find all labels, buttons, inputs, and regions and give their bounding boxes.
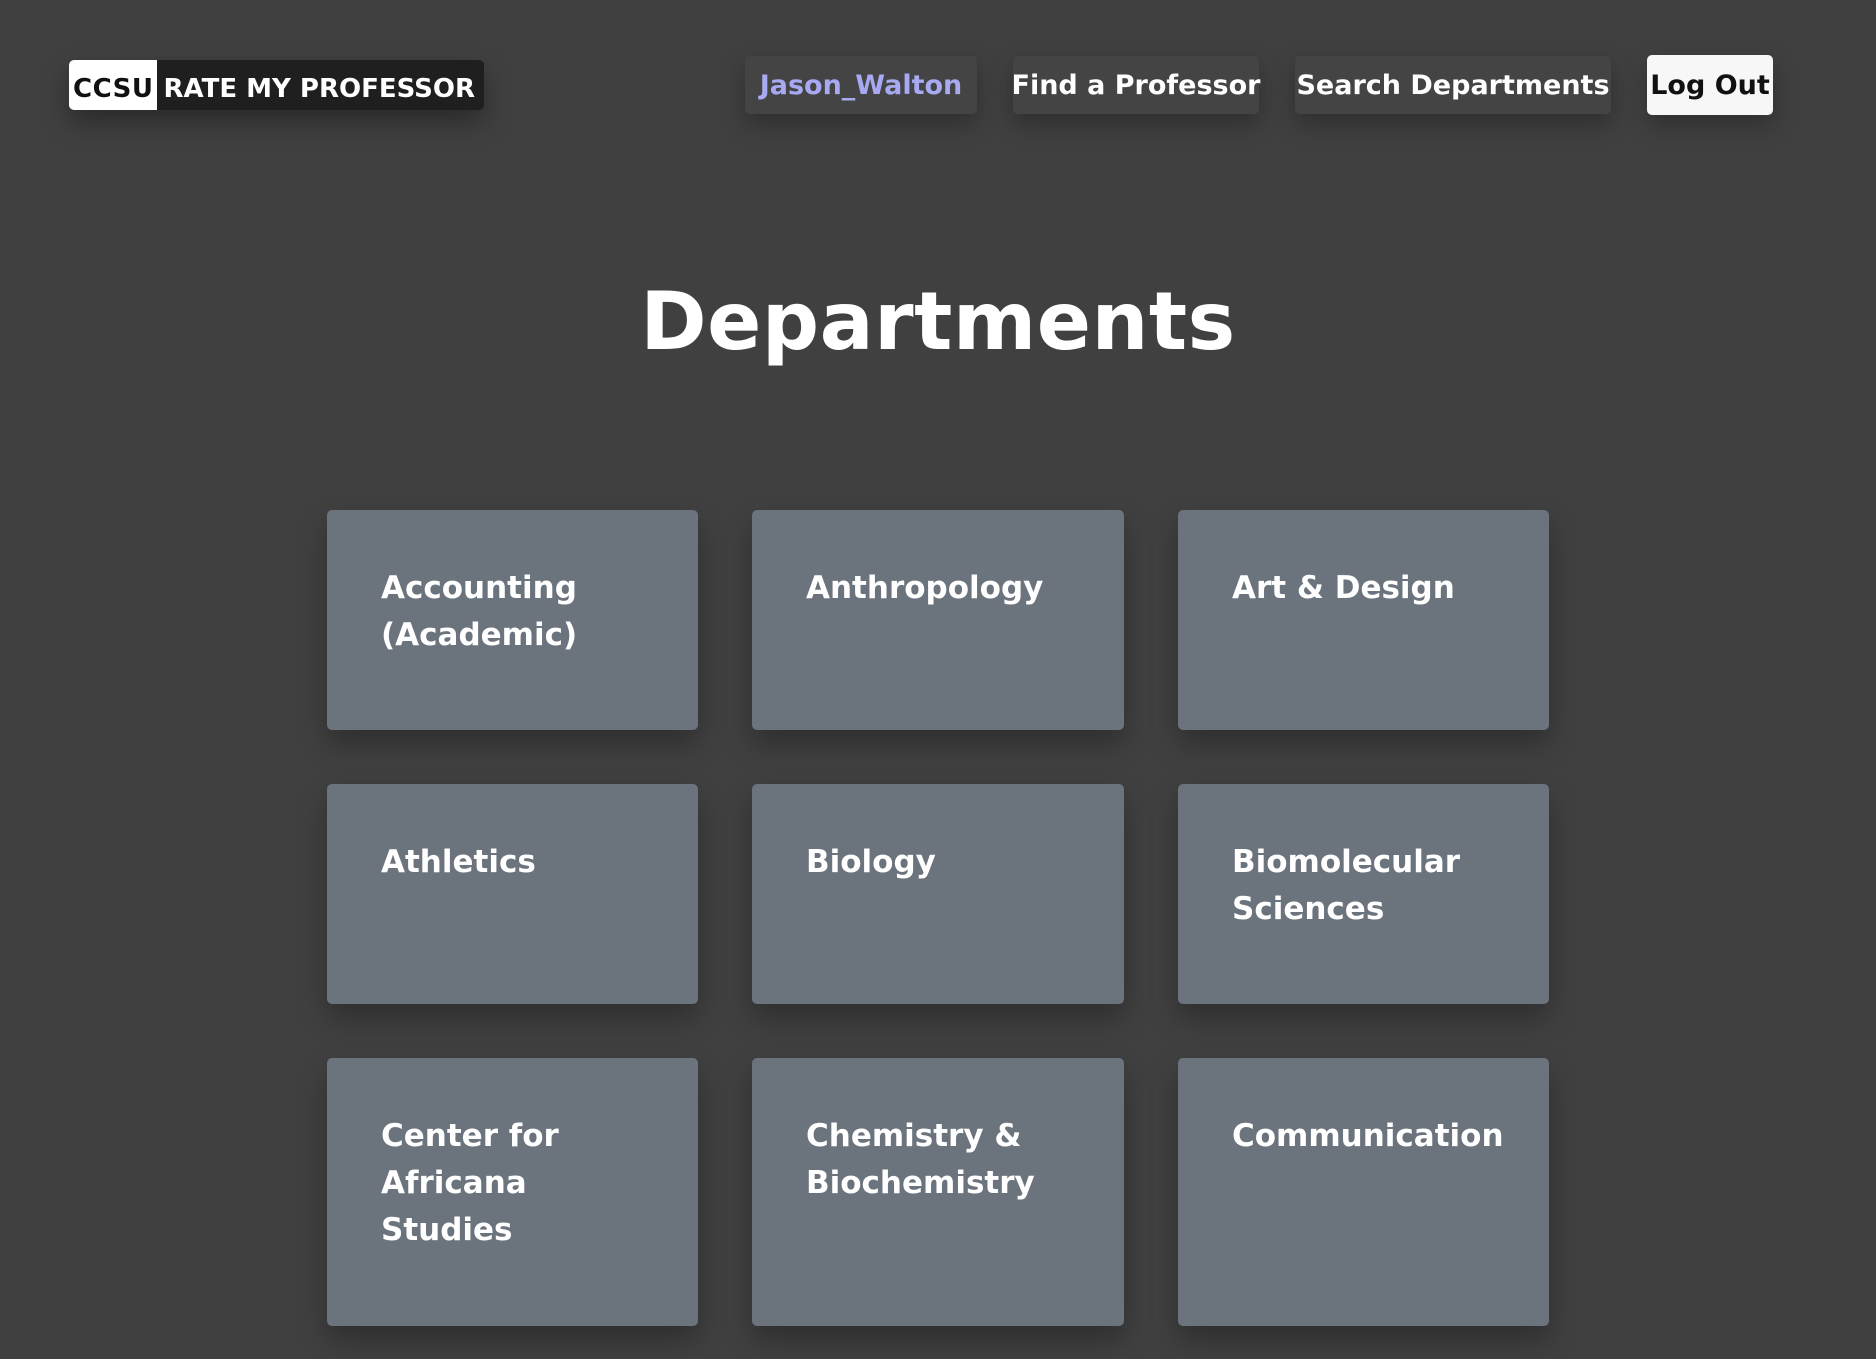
nav-search-departments[interactable]: Search Departments (1295, 56, 1611, 114)
logo-ccsu: CCSU (69, 60, 158, 110)
nav-find-professor[interactable]: Find a Professor (1012, 56, 1261, 114)
page-title: Departments (640, 275, 1236, 368)
department-card-anthropology[interactable]: Anthropology (752, 510, 1124, 730)
department-card-chemistry[interactable]: Chemistry & Biochemistry (752, 1058, 1124, 1326)
top-nav: Jason_Walton Find a Professor Search Dep… (745, 55, 1773, 115)
departments-grid: Accounting (Academic) Anthropology Art &… (327, 510, 1549, 1326)
nav-user-link[interactable]: Jason_Walton (745, 56, 977, 114)
logout-button[interactable]: Log Out (1647, 55, 1773, 115)
department-card-art-design[interactable]: Art & Design (1178, 510, 1549, 730)
department-name: Anthropology (806, 570, 1044, 606)
department-card-biomolecular-sciences[interactable]: Biomolecular Sciences (1178, 784, 1549, 1004)
department-name: Accounting (Academic) (381, 570, 578, 653)
department-card-africana-studies[interactable]: Center for Africana Studies (327, 1058, 698, 1326)
department-name: Biomolecular Sciences (1232, 844, 1461, 927)
department-card-athletics[interactable]: Athletics (327, 784, 698, 1004)
department-name: Athletics (381, 844, 536, 880)
site-logo[interactable]: CCSU RATE MY PROFESSOR (69, 60, 485, 110)
department-name: Center for Africana Studies (381, 1118, 559, 1248)
department-name: Communication (1232, 1118, 1504, 1154)
department-card-biology[interactable]: Biology (752, 784, 1124, 1004)
department-name: Chemistry & Biochemistry (806, 1118, 1035, 1201)
department-name: Art & Design (1232, 570, 1455, 606)
logo-title: RATE MY PROFESSOR (163, 74, 476, 104)
department-card-accounting[interactable]: Accounting (Academic) (327, 510, 698, 730)
department-card-communication[interactable]: Communication (1178, 1058, 1549, 1326)
department-name: Biology (806, 844, 936, 880)
